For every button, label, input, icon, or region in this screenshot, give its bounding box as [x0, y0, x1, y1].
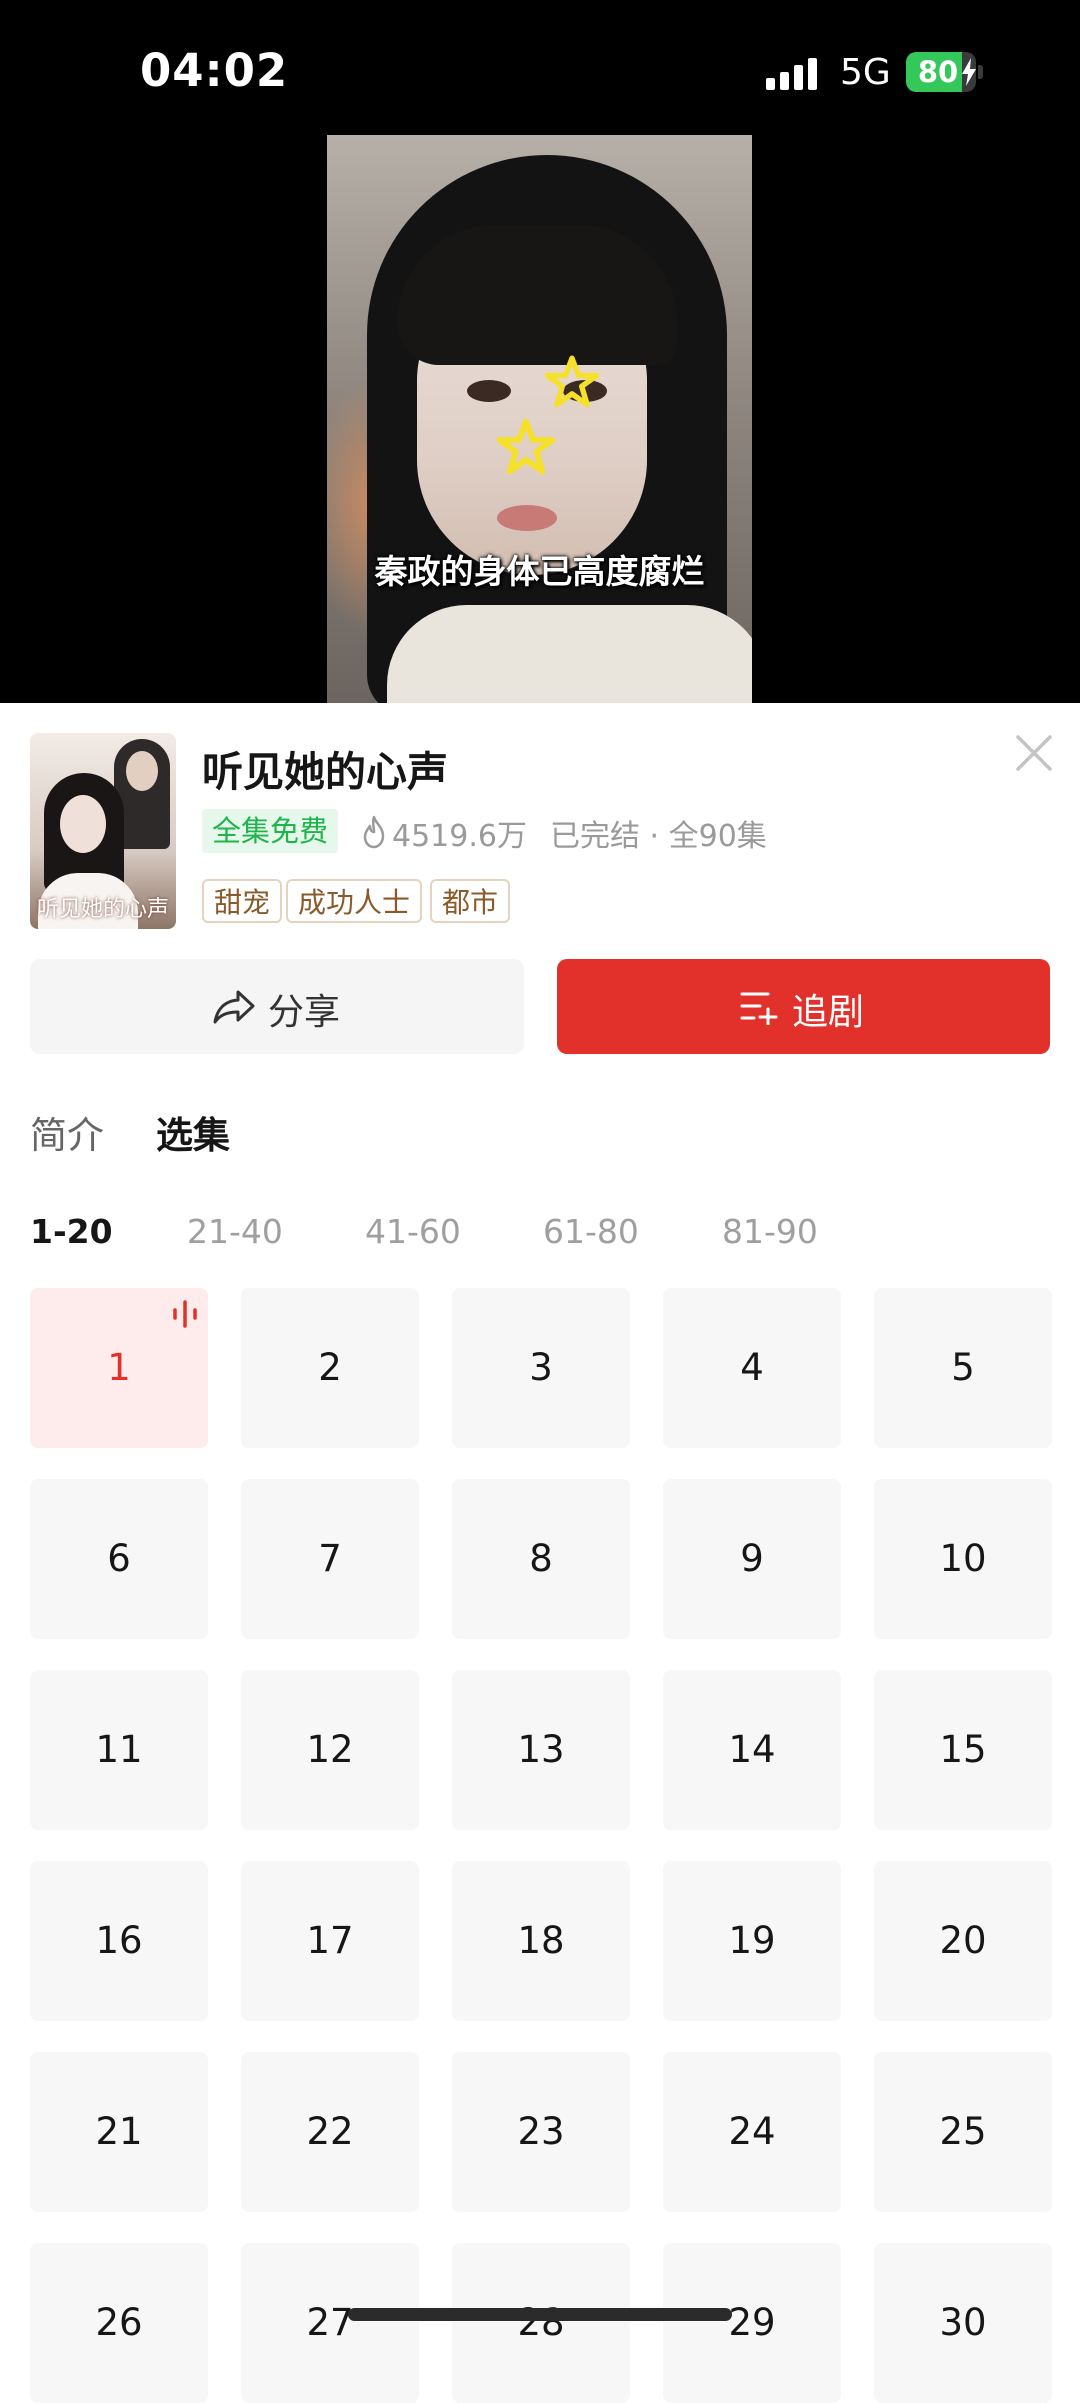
episode-22-button[interactable]: 22 [241, 2052, 419, 2212]
video-subtitle: 秦政的身体已高度腐烂 [374, 552, 705, 591]
episode-16-button[interactable]: 16 [30, 1861, 208, 2021]
fire-icon [363, 815, 385, 849]
free-badge: 全集免费 [202, 809, 339, 853]
episode-number: 30 [939, 2301, 987, 2344]
episode-15-button[interactable]: 15 [874, 1670, 1052, 1830]
episode-number: 25 [939, 2110, 987, 2153]
add-to-list-icon [740, 992, 778, 1025]
episode-5-button[interactable]: 5 [874, 1288, 1052, 1448]
episode-number: 9 [740, 1537, 764, 1580]
episode-number: 22 [306, 2110, 354, 2153]
episode-number: 18 [517, 1919, 565, 1962]
star-hairclip-icon [497, 418, 555, 475]
episode-18-button[interactable]: 18 [452, 1861, 630, 2021]
episode-number: 11 [95, 1728, 143, 1771]
episode-number: 29 [728, 2301, 776, 2344]
episode-number: 7 [318, 1537, 342, 1580]
follow-drama-button[interactable]: 追剧 [557, 959, 1050, 1054]
share-label: 分享 [268, 992, 341, 1033]
episode-28-button[interactable]: 28 [452, 2243, 630, 2403]
video-frame[interactable]: 秦政的身体已高度腐烂 [327, 135, 752, 703]
episode-number: 10 [939, 1537, 987, 1580]
episode-number: 20 [939, 1919, 987, 1962]
completion-status: 已完结 · 全90集 [550, 819, 767, 854]
episode-19-button[interactable]: 19 [663, 1861, 841, 2021]
episode-20-button[interactable]: 20 [874, 1861, 1052, 2021]
episode-number: 19 [728, 1919, 776, 1962]
network-label: 5G [840, 52, 891, 93]
episode-26-button[interactable]: 26 [30, 2243, 208, 2403]
charging-bolt-icon [962, 58, 976, 86]
range-41-60[interactable]: 41-60 [365, 1212, 461, 1251]
episode-number: 1 [107, 1346, 131, 1389]
episode-number: 8 [529, 1537, 553, 1580]
tag-urban[interactable]: 都市 [430, 879, 511, 923]
home-indicator[interactable] [348, 2308, 732, 2321]
view-count: 4519.6万 [392, 819, 527, 854]
share-icon [213, 990, 255, 1024]
episode-number: 14 [728, 1728, 776, 1771]
tab-episodes[interactable]: 选集 [156, 1105, 230, 1159]
follow-drama-label: 追剧 [792, 992, 865, 1033]
episode-25-button[interactable]: 25 [874, 2052, 1052, 2212]
episode-12-button[interactable]: 12 [241, 1670, 419, 1830]
episode-number: 23 [517, 2110, 565, 2153]
close-icon[interactable] [1014, 733, 1054, 773]
episode-2-button[interactable]: 2 [241, 1288, 419, 1448]
drama-poster[interactable]: 听见她的心声 [30, 733, 176, 929]
episode-number: 26 [95, 2301, 143, 2344]
episode-13-button[interactable]: 13 [452, 1670, 630, 1830]
range-81-90[interactable]: 81-90 [722, 1212, 818, 1251]
episode-3-button[interactable]: 3 [452, 1288, 630, 1448]
tab-intro[interactable]: 简介 [30, 1105, 104, 1159]
episode-number: 16 [95, 1919, 143, 1962]
episode-8-button[interactable]: 8 [452, 1479, 630, 1639]
episode-17-button[interactable]: 17 [241, 1861, 419, 2021]
episode-29-button[interactable]: 29 [663, 2243, 841, 2403]
episode-4-button[interactable]: 4 [663, 1288, 841, 1448]
episode-number: 5 [951, 1346, 975, 1389]
poster-title: 听见她的心声 [36, 897, 169, 922]
episode-number: 2 [318, 1346, 342, 1389]
tag-sweet-romance[interactable]: 甜宠 [202, 879, 283, 923]
episode-number: 13 [517, 1728, 565, 1771]
range-61-80[interactable]: 61-80 [543, 1212, 639, 1251]
tag-successful-people[interactable]: 成功人士 [286, 879, 423, 923]
episode-number: 3 [529, 1346, 553, 1389]
signal-icon [766, 58, 817, 90]
episode-number: 27 [306, 2301, 354, 2344]
episode-number: 24 [728, 2110, 776, 2153]
episode-23-button[interactable]: 23 [452, 2052, 630, 2212]
episode-24-button[interactable]: 24 [663, 2052, 841, 2212]
episode-6-button[interactable]: 6 [30, 1479, 208, 1639]
episode-7-button[interactable]: 7 [241, 1479, 419, 1639]
drama-title: 听见她的心声 [202, 748, 448, 796]
episode-number: 12 [306, 1728, 354, 1771]
share-button[interactable]: 分享 [30, 959, 524, 1054]
now-playing-icon [173, 1300, 197, 1328]
episode-10-button[interactable]: 10 [874, 1479, 1052, 1639]
episode-1-button[interactable]: 1 [30, 1288, 208, 1448]
episode-number: 6 [107, 1537, 131, 1580]
episode-number: 15 [939, 1728, 987, 1771]
episode-number: 4 [740, 1346, 764, 1389]
episode-number: 17 [306, 1919, 354, 1962]
range-21-40[interactable]: 21-40 [187, 1212, 283, 1251]
episode-30-button[interactable]: 30 [874, 2243, 1052, 2403]
episode-number: 21 [95, 2110, 143, 2153]
status-time: 04:02 [140, 44, 289, 97]
star-hairclip-icon [545, 355, 599, 408]
episode-9-button[interactable]: 9 [663, 1479, 841, 1639]
battery-indicator: 80 [906, 52, 984, 92]
episode-14-button[interactable]: 14 [663, 1670, 841, 1830]
range-1-20[interactable]: 1-20 [30, 1212, 113, 1251]
episode-27-button[interactable]: 27 [241, 2243, 419, 2403]
episode-21-button[interactable]: 21 [30, 2052, 208, 2212]
episode-11-button[interactable]: 11 [30, 1670, 208, 1830]
